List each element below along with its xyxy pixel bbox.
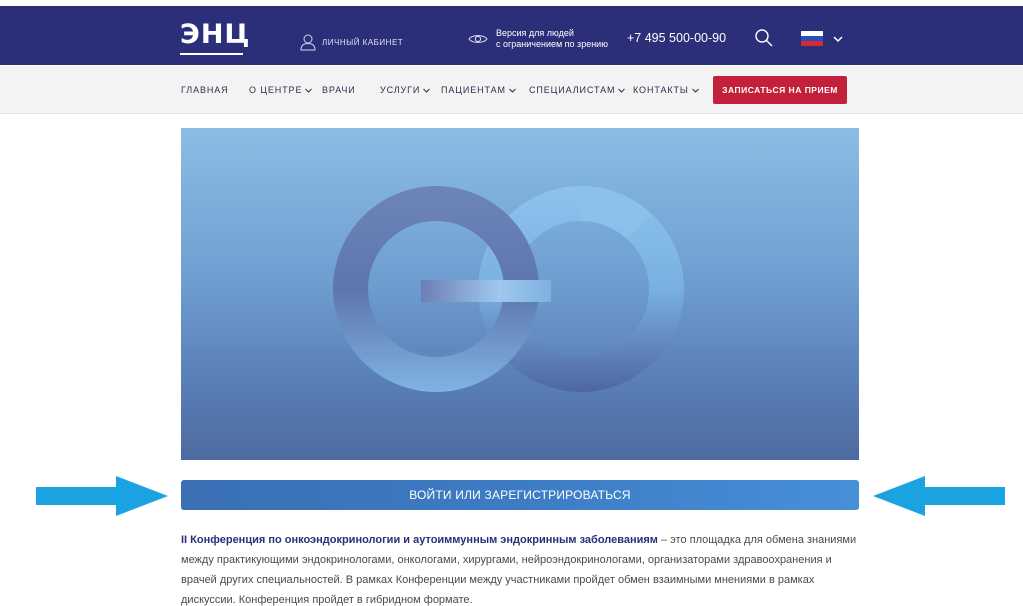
chevron-down-icon <box>833 35 843 42</box>
nav-label: ВРАЧИ <box>322 85 356 95</box>
conference-description: II Конференция по онкоэндокринологии и а… <box>181 530 861 606</box>
vision-line-2: с ограничением по зрению <box>496 39 608 49</box>
chevron-down-icon <box>509 88 516 93</box>
arrow-right-icon <box>36 476 168 516</box>
personal-cabinet-link[interactable]: ЛИЧНЫЙ КАБИНЕТ <box>300 32 403 52</box>
chevron-down-icon <box>691 88 699 93</box>
logo-underline <box>180 53 243 55</box>
russian-flag-icon <box>801 31 823 46</box>
user-icon <box>300 34 316 51</box>
nav-item-home[interactable]: ГЛАВНАЯ <box>181 85 229 96</box>
chevron-down-icon <box>305 88 313 93</box>
site-logo[interactable]: ЭНЦ <box>180 20 250 50</box>
nav-label: СПЕЦИАЛИСТАМ <box>529 85 616 95</box>
nav-item-specialists[interactable]: СПЕЦИАЛИСТАМ <box>529 85 626 96</box>
search-icon[interactable] <box>754 28 774 48</box>
nav-item-patients[interactable]: ПАЦИЕНТАМ <box>441 85 516 96</box>
main-nav: ГЛАВНАЯ О ЦЕНТРЕ ВРАЧИ УСЛУГИ ПАЦИЕНТАМ … <box>0 66 1023 114</box>
conference-emblem <box>333 186 684 392</box>
emblem-bar <box>421 280 551 302</box>
conference-banner <box>181 128 859 460</box>
conference-title: II Конференция по онкоэндокринологии и а… <box>181 534 658 546</box>
nav-item-services[interactable]: УСЛУГИ <box>380 85 431 96</box>
nav-label: ПАЦИЕНТАМ <box>441 85 506 95</box>
nav-item-contacts[interactable]: КОНТАКТЫ <box>633 85 699 96</box>
nav-item-doctors[interactable]: ВРАЧИ <box>322 85 356 96</box>
login-register-button[interactable]: ВОЙТИ ИЛИ ЗАРЕГИСТРИРОВАТЬСЯ <box>181 480 859 510</box>
nav-item-about[interactable]: О ЦЕНТРЕ <box>249 85 313 96</box>
nav-label: КОНТАКТЫ <box>633 85 689 95</box>
vision-text: Версия для людей с ограничением по зрени… <box>496 28 608 50</box>
arrow-left-icon <box>873 476 1005 516</box>
chevron-down-icon <box>423 88 431 93</box>
eye-icon <box>468 35 488 43</box>
chevron-down-icon <box>618 88 626 93</box>
nav-label: О ЦЕНТРЕ <box>249 85 303 95</box>
phone-number[interactable]: +7 495 500-00-90 <box>627 30 726 46</box>
vision-line-1: Версия для людей <box>496 28 574 38</box>
top-header: ЭНЦ ЛИЧНЫЙ КАБИНЕТ Версия для людей с ог… <box>0 6 1023 65</box>
nav-label: УСЛУГИ <box>380 85 421 95</box>
nav-label: ГЛАВНАЯ <box>181 85 229 95</box>
low-vision-version-link[interactable]: Версия для людей с ограничением по зрени… <box>468 28 608 50</box>
language-selector[interactable] <box>801 31 843 46</box>
book-appointment-button[interactable]: ЗАПИСАТЬСЯ НА ПРИЕМ <box>713 76 847 104</box>
cabinet-label: ЛИЧНЫЙ КАБИНЕТ <box>322 37 404 47</box>
